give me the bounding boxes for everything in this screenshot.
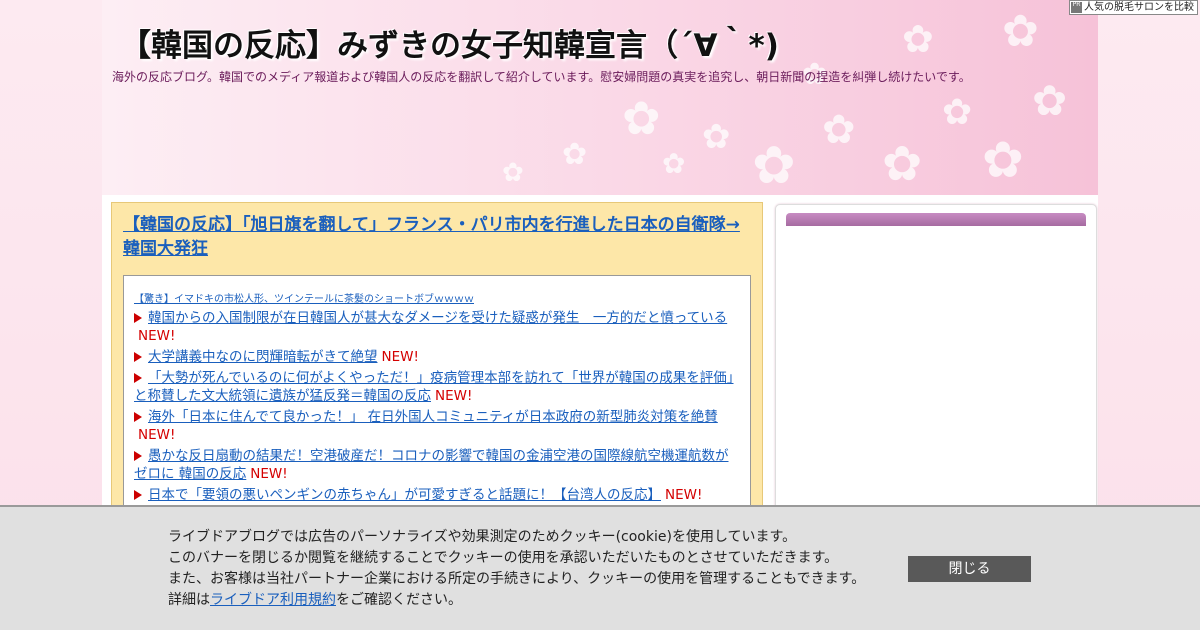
article-title-link[interactable]: 【韓国の反応】「旭日旗を翻して」フランス・パリ市内を行進した日本の自衛隊→韓国大…: [123, 213, 755, 261]
cookie-line-1: ライブドアブログでは広告のパーソナライズや効果測定のためクッキー(cookie)…: [168, 529, 797, 545]
cookie-line-2: このバナーを閉じるか閲覧を継続することでクッキーの使用を承認いただいたものとさせ…: [168, 550, 839, 566]
related-link[interactable]: 愚かな反日扇動の結果だ！空港破産だ！コロナの影響で韓国の金浦空港の国際線航空機運…: [134, 448, 729, 482]
blog-header: ✿ ✿ ✿ ✿ ✿ ✿ ✿ ✿ ✿ ✿ ✿ ✿ ✿ ✿ 【韓国の反応】みずきの女…: [102, 0, 1098, 195]
related-link[interactable]: 海外「日本に住んでて良かった！」 在日外国人コミュニティが日本政府の新型肺炎対策…: [148, 409, 718, 425]
sakura-flower-icon: ✿: [1002, 6, 1039, 57]
sakura-flower-icon: ✿: [502, 158, 524, 188]
blog-description: 海外の反応ブログ。韓国でのメディア報道および韓国人の反応を翻訳して紹介しています…: [112, 70, 971, 84]
cookie-notice-text: ライブドアブログでは広告のパーソナライズや効果測定のためクッキー(cookie)…: [168, 527, 865, 611]
terms-link[interactable]: ライブドア利用規約: [210, 592, 336, 608]
cookie-line-4-prefix: 詳細は: [168, 592, 210, 608]
list-item: 愚かな反日扇動の結果だ！空港破産だ！コロナの影響で韓国の金浦空港の国際線航空機運…: [134, 447, 740, 483]
sakura-flower-icon: ✿: [752, 136, 796, 195]
new-badge: NEW!: [381, 349, 419, 365]
arrow-right-icon: [134, 313, 142, 323]
close-button[interactable]: 閉じる: [908, 556, 1031, 582]
new-badge: NEW!: [250, 466, 288, 482]
related-link[interactable]: 大学講義中なのに閃輝暗転がきて絶望: [148, 349, 378, 365]
blog-title[interactable]: 【韓国の反応】みずきの女子知韓宣言（´∀｀*): [120, 20, 779, 65]
related-link[interactable]: 日本で「要領の悪いペンギンの赤ちゃん」が可愛すぎると話題に！【台湾人の反応】: [148, 487, 661, 503]
list-item: 韓国からの入国制限が在日韓国人が甚大なダメージを受けた疑惑が発生 一方的だと憤っ…: [134, 309, 740, 345]
arrow-right-icon: [134, 352, 142, 362]
sakura-flower-icon: ✿: [562, 137, 588, 172]
related-link[interactable]: 「大勢が死んでいるのに何がよくやっただ！」疫病管理本部を訪れて「世界が韓国の成果…: [134, 370, 734, 404]
ad-badge-label: 人気の脱毛サロンを比較: [1084, 2, 1194, 13]
sakura-flower-icon: ✿: [1032, 76, 1068, 125]
ad-badge[interactable]: PR 人気の脱毛サロンを比較: [1069, 0, 1198, 15]
sakura-flower-icon: ✿: [902, 17, 934, 61]
list-item: 日本で「要領の悪いペンギンの赤ちゃん」が可愛すぎると話題に！【台湾人の反応】 NE…: [134, 486, 740, 504]
ad-mark-icon: PR: [1071, 2, 1082, 13]
sakura-flower-icon: ✿: [822, 107, 856, 153]
list-item: 「大勢が死んでいるのに何がよくやっただ！」疫病管理本部を訪れて「世界が韓国の成果…: [134, 369, 740, 405]
new-badge: NEW!: [138, 427, 176, 443]
cookie-line-3: また、お客様は当社パートナー企業における所定の手続きにより、クッキーの使用を管理…: [168, 571, 866, 587]
sakura-flower-icon: ✿: [622, 91, 661, 145]
arrow-right-icon: [134, 412, 142, 422]
related-top-link[interactable]: 【驚き】イマドキの市松人形、ツインテールに茶髪のショートボブｗｗｗｗ: [134, 290, 740, 305]
sakura-flower-icon: ✿: [942, 92, 973, 133]
cookie-line-4: 詳細はライブドア利用規約をご確認ください。: [168, 590, 865, 611]
new-badge: NEW!: [665, 487, 703, 503]
sakura-flower-icon: ✿: [702, 117, 731, 157]
new-badge: NEW!: [435, 388, 473, 404]
arrow-right-icon: [134, 373, 142, 383]
sakura-flower-icon: ✿: [982, 131, 1024, 189]
cookie-banner: ライブドアブログでは広告のパーソナライズや効果測定のためクッキー(cookie)…: [0, 505, 1200, 630]
new-badge: NEW!: [138, 328, 176, 344]
sakura-flower-icon: ✿: [882, 136, 923, 192]
cookie-line-4-suffix: をご確認ください。: [336, 592, 462, 608]
sakura-flower-icon: ✿: [662, 147, 686, 180]
arrow-right-icon: [134, 490, 142, 500]
list-item: 大学講義中なのに閃輝暗転がきて絶望 NEW!: [134, 348, 740, 366]
sidebar-header-bar: [786, 213, 1086, 226]
related-link[interactable]: 韓国からの入国制限が在日韓国人が甚大なダメージを受けた疑惑が発生 一方的だと憤っ…: [148, 310, 727, 326]
list-item: 海外「日本に住んでて良かった！」 在日外国人コミュニティが日本政府の新型肺炎対策…: [134, 408, 740, 444]
arrow-right-icon: [134, 451, 142, 461]
